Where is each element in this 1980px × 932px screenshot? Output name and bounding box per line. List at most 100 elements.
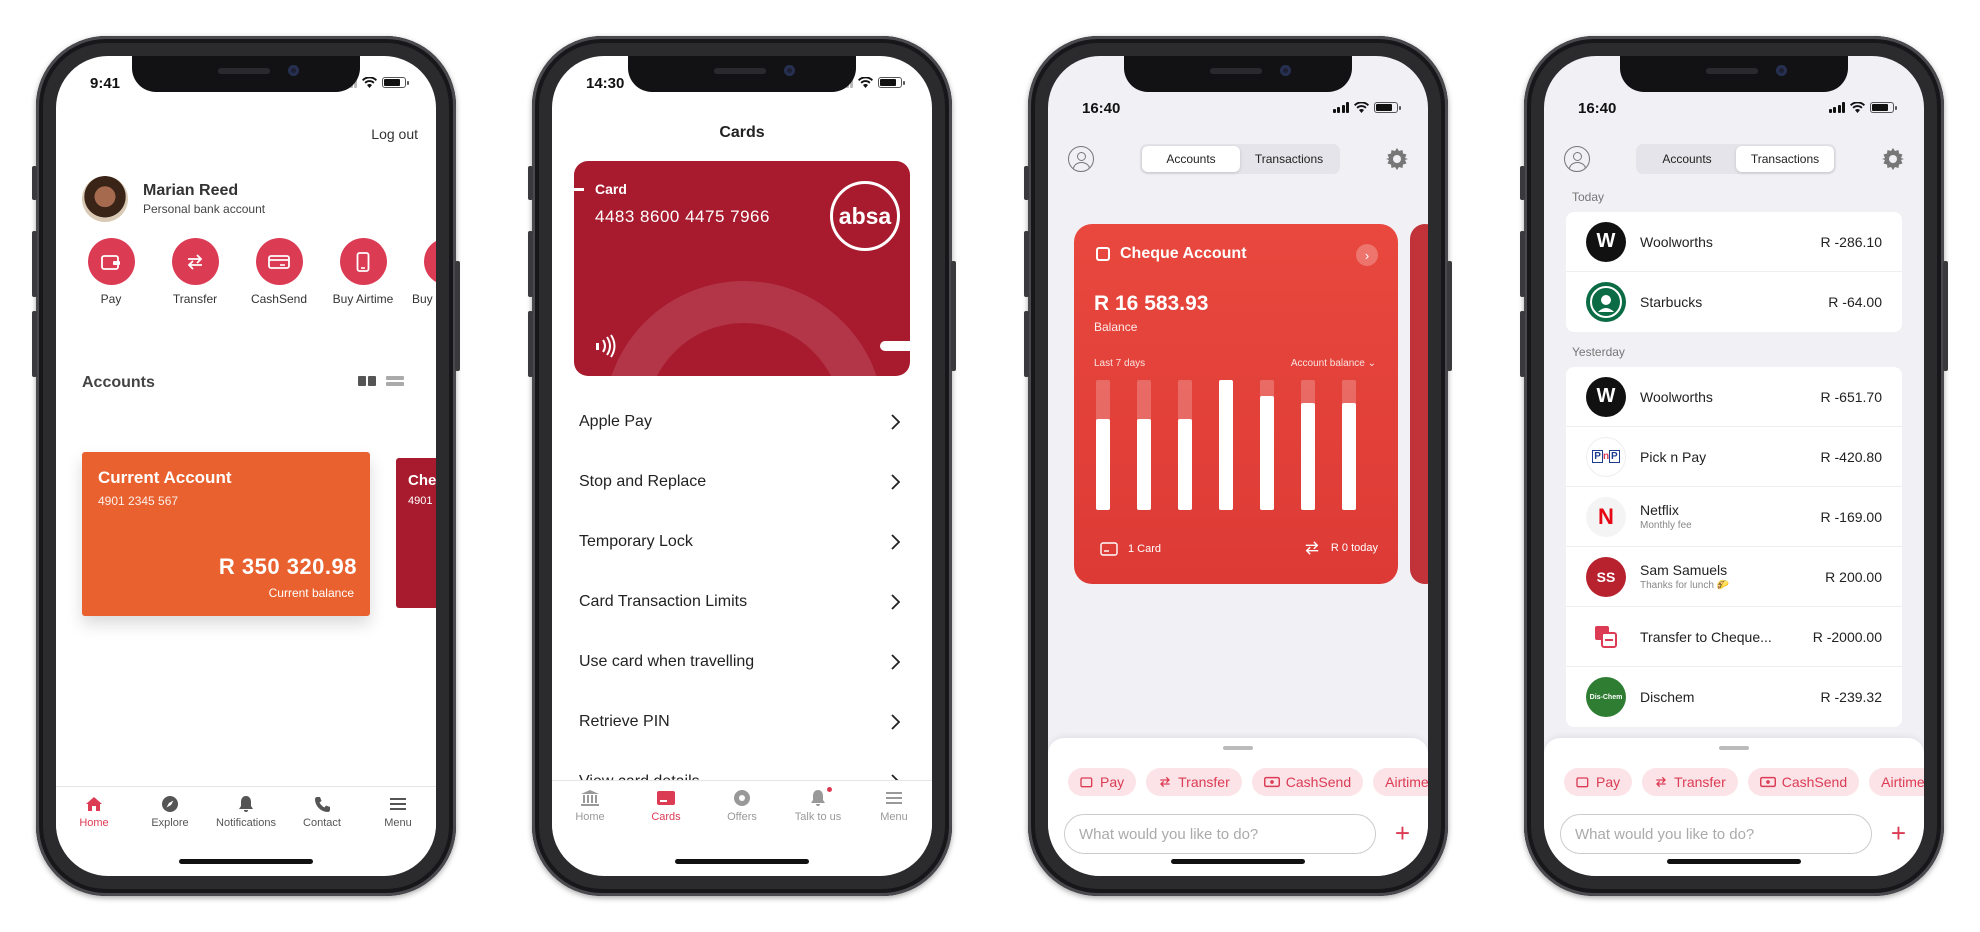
picknpay-logo: PnP (1586, 436, 1626, 477)
cards-count: 1 Card (1128, 543, 1162, 555)
ask-input[interactable]: What would you like to do? (1064, 814, 1376, 854)
home-indicator (1667, 859, 1801, 864)
gear-icon[interactable] (1882, 148, 1904, 170)
phone-accounts: 16:40 Accounts Transactions Cheque Accou… (1024, 36, 1452, 896)
next-account-card[interactable] (1410, 224, 1428, 584)
chip-label: Airtime (1881, 774, 1924, 790)
profile[interactable]: Marian Reed Personal bank account (82, 176, 265, 222)
bank-card[interactable]: Card 4483 8600 4475 7966 absa (574, 161, 910, 376)
plus-icon[interactable]: + (1395, 820, 1410, 846)
merchant-name: Woolworths (1640, 233, 1713, 250)
phone-cards: 14:30 Cards Card 4483 8600 4475 7966 abs… (528, 36, 956, 896)
cashsend-action[interactable]: CashSend (244, 238, 314, 307)
transaction-row[interactable]: SS Sam Samuels Thanks for lunch 🌮 R 200.0… (1566, 547, 1902, 607)
tab-notifications[interactable]: Notifications (211, 795, 281, 846)
tab-bar: Home Explore Notifications Contact Menu (56, 786, 436, 846)
menu-temporary-lock[interactable]: Temporary Lock (552, 512, 932, 572)
profile-icon[interactable] (1564, 146, 1590, 172)
card-number: 4483 8600 4475 7966 (595, 207, 770, 226)
logout-button[interactable]: Log out (371, 126, 418, 142)
wifi-icon (362, 77, 377, 88)
menu-transaction-limits[interactable]: Card Transaction Limits (552, 572, 932, 632)
transaction-row[interactable]: Dis-Chem Dischem R -239.32 (1566, 667, 1902, 727)
profile-icon[interactable] (1068, 146, 1094, 172)
menu-label: Apple Pay (579, 413, 652, 430)
transaction-row[interactable]: W Woolworths R -286.10 (1566, 212, 1902, 272)
transaction-note: Thanks for lunch 🌮 (1640, 580, 1730, 591)
transaction-row[interactable]: Transfer to Cheque... R -2000.00 (1566, 607, 1902, 667)
merchant-name: Sam Samuels (1640, 562, 1728, 578)
account-title: Cheque (408, 472, 436, 489)
chevron-right-icon[interactable]: › (1356, 244, 1378, 266)
chip-pay[interactable]: Pay (1068, 768, 1137, 796)
chip-cashsend[interactable]: CashSend (1747, 768, 1860, 796)
menu-stop-replace[interactable]: Stop and Replace (552, 452, 932, 512)
plus-icon[interactable]: + (1891, 820, 1906, 846)
woolworths-logo: W (1586, 221, 1626, 262)
sheet-handle[interactable] (1719, 746, 1749, 750)
chevron-right-icon (891, 414, 900, 430)
tab-talk[interactable]: Talk to us (783, 787, 853, 846)
transfer-action[interactable]: Transfer (160, 238, 230, 307)
list-view-icon[interactable] (386, 376, 404, 386)
menu-apple-pay[interactable]: Apple Pay (552, 392, 932, 452)
brand-text: absa (838, 202, 892, 229)
tab-label: Home (575, 811, 605, 823)
chip-label: Pay (1100, 774, 1125, 790)
merchant-name: Woolworths (1640, 388, 1713, 405)
chip-cashsend[interactable]: CashSend (1251, 768, 1364, 796)
wallet-icon (1080, 777, 1093, 788)
chip-pay[interactable]: Pay (1564, 768, 1633, 796)
cheque-account-card[interactable]: Cheque 4901 (396, 458, 436, 608)
menu-label: Temporary Lock (579, 533, 693, 550)
chip-transfer[interactable]: Transfer (1146, 768, 1242, 796)
transaction-row[interactable]: Starbucks R -64.00 (1566, 272, 1902, 332)
chip-label: Transfer (1674, 774, 1726, 790)
tab-offers[interactable]: Offers (707, 789, 777, 846)
gear-icon[interactable] (1386, 148, 1408, 170)
electricity-action[interactable]: Buy Electricity (412, 238, 436, 307)
tab-explore[interactable]: Explore (135, 795, 205, 846)
segment-transactions[interactable]: Transactions (1240, 146, 1338, 172)
status-time: 9:41 (90, 75, 121, 92)
hamburger-icon (886, 792, 902, 804)
grid-view-icon[interactable] (358, 376, 376, 386)
menu-travelling[interactable]: Use card when travelling (552, 632, 932, 692)
chip-airtime[interactable]: Airtime (1869, 768, 1924, 796)
transaction-row[interactable]: PnP Pick n Pay R -420.80 (1566, 427, 1902, 487)
woolworths-logo: W (1586, 376, 1626, 417)
segment-accounts[interactable]: Accounts (1142, 146, 1240, 172)
transaction-row[interactable]: N Netflix Monthly fee R -169.00 (1566, 487, 1902, 547)
airtime-action[interactable]: Buy Airtime (328, 238, 398, 307)
tab-home[interactable]: Home (555, 789, 625, 846)
tab-menu[interactable]: Menu (363, 795, 433, 846)
tab-contact[interactable]: Contact (287, 795, 357, 846)
netflix-logo: N (1586, 496, 1626, 537)
transaction-row[interactable]: W Woolworths R -651.70 (1566, 367, 1902, 427)
ask-input[interactable]: What would you like to do? (1560, 814, 1872, 854)
sheet-handle[interactable] (1223, 746, 1253, 750)
chip-transfer[interactable]: Transfer (1642, 768, 1738, 796)
metric-dropdown[interactable]: Account balance ⌄ (1291, 358, 1376, 369)
menu-label: Retrieve PIN (579, 713, 670, 730)
current-account-card[interactable]: Current Account 4901 2345 567 R 350 320.… (82, 452, 370, 616)
tab-cards[interactable]: Cards (631, 789, 701, 846)
merchant-name: Netflix (1640, 502, 1679, 518)
battery-icon (1870, 102, 1897, 113)
account-title: Cheque Account (1120, 245, 1247, 262)
accounts-heading: Accounts (82, 374, 155, 391)
merchant-name: Pick n Pay (1640, 448, 1707, 465)
chip-airtime[interactable]: Airtime (1373, 768, 1428, 796)
cheque-account-card[interactable]: Cheque Account › R 16 583.93 Balance Las… (1074, 224, 1398, 584)
transaction-amount: R 200.00 (1825, 568, 1882, 585)
segment-transactions[interactable]: Transactions (1736, 146, 1834, 172)
transfer-label: Transfer (172, 292, 218, 306)
tab-home[interactable]: Home (59, 795, 129, 846)
status-icons (1828, 102, 1897, 113)
tab-menu[interactable]: Menu (859, 789, 929, 846)
segment-accounts[interactable]: Accounts (1638, 146, 1736, 172)
notch (132, 56, 360, 92)
pay-action[interactable]: Pay (76, 238, 146, 307)
menu-retrieve-pin[interactable]: Retrieve PIN (552, 692, 932, 752)
transaction-amount: R -651.70 (1820, 388, 1882, 405)
